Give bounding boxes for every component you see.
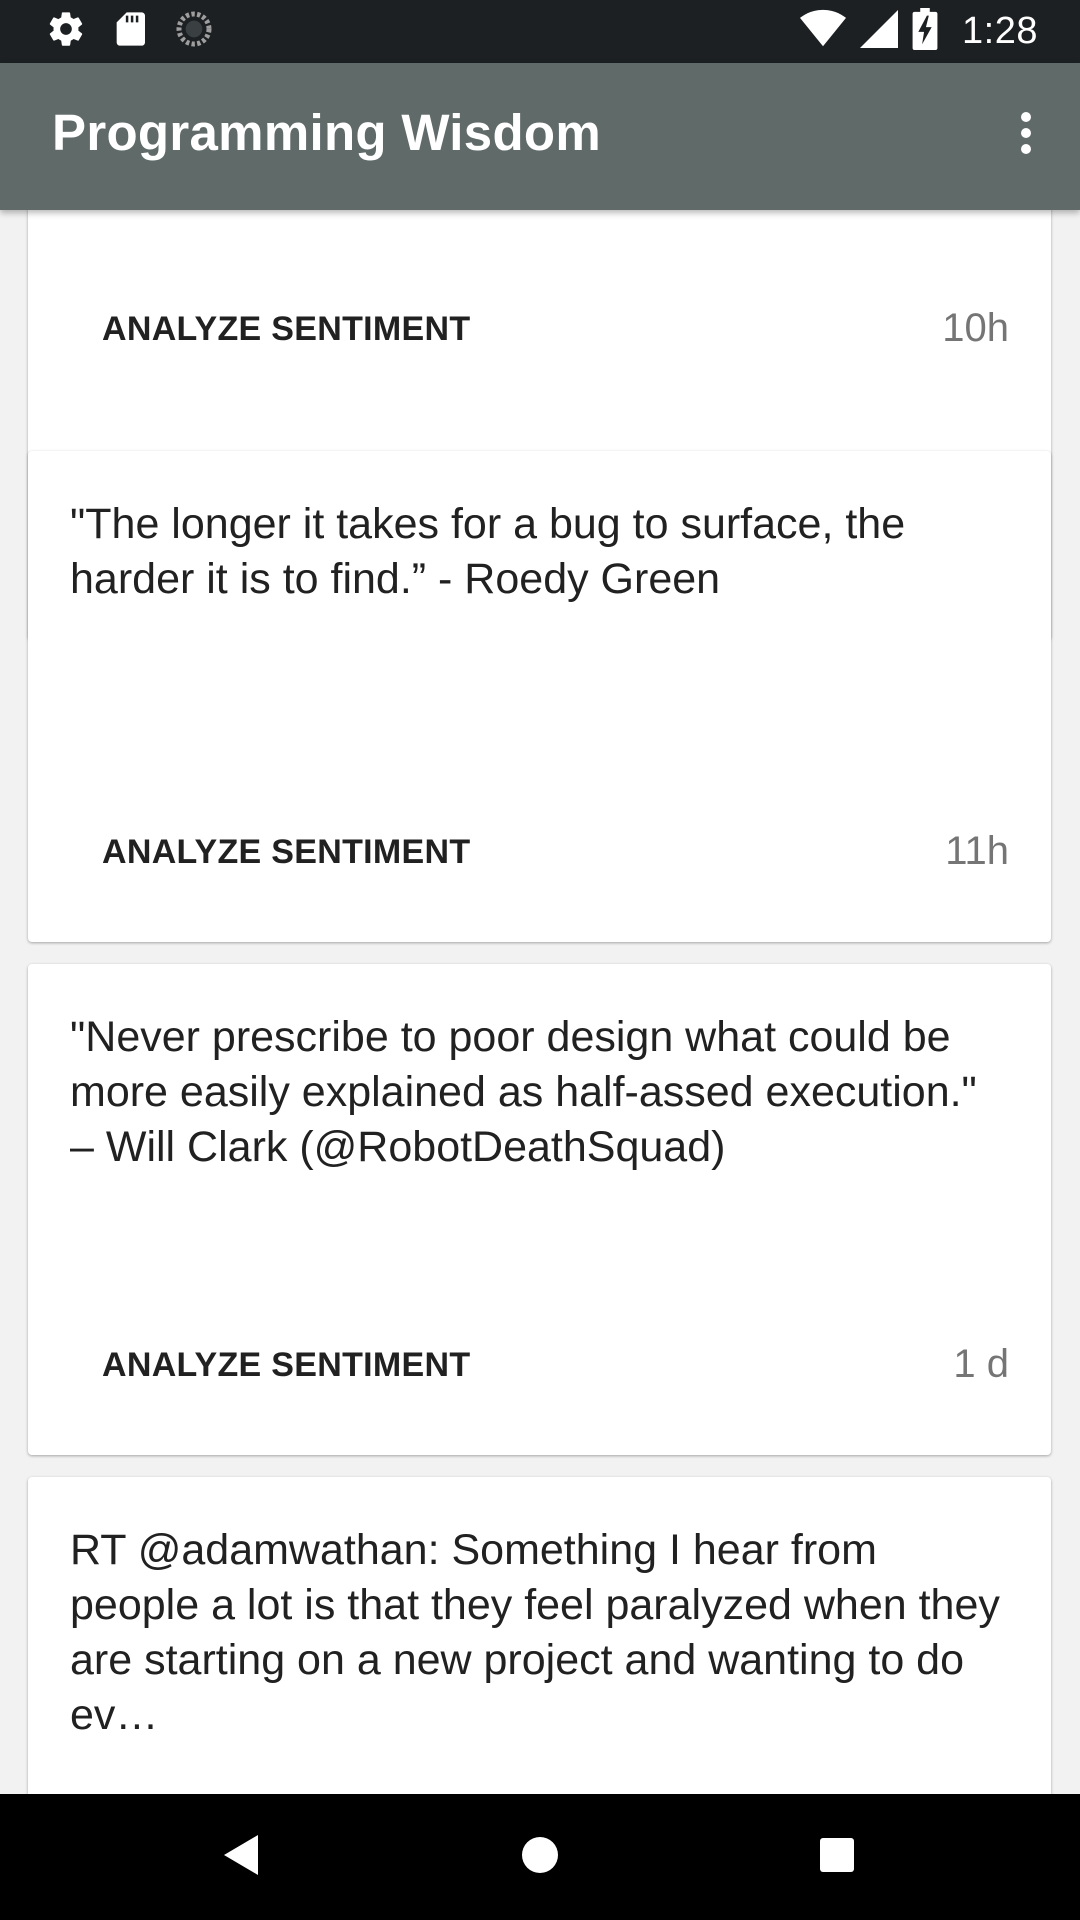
- battery-charging-icon: [912, 7, 938, 55]
- recents-icon: [820, 1837, 854, 1877]
- status-bar-right-icons: 1:28: [800, 7, 1038, 55]
- home-icon: [521, 1836, 559, 1879]
- tweet-card: RT @adamwathan: Something I hear from pe…: [28, 1477, 1051, 1794]
- wifi-icon: [800, 9, 847, 54]
- tweet-text: "Never prescribe to poor design what cou…: [70, 1013, 977, 1171]
- tweet-card: "Never prescribe to poor design what cou…: [28, 964, 1051, 1455]
- status-bar: 1:28: [0, 0, 1080, 63]
- sd-card-icon: [112, 9, 148, 54]
- tweet-text: RT @adamwathan: Something I hear from pe…: [70, 1526, 1000, 1739]
- tweet-timestamp: 11h: [945, 829, 1009, 873]
- overflow-menu-button[interactable]: [994, 103, 1058, 167]
- tweet-card: "The longer it takes for a bug to surfac…: [28, 451, 1051, 942]
- cell-signal-icon: [860, 9, 899, 54]
- more-vert-icon: [1020, 111, 1032, 160]
- analyze-sentiment-button[interactable]: ANALYZE SENTIMENT: [102, 1348, 470, 1382]
- app-bar: Programming Wisdom: [0, 63, 1080, 210]
- analyze-sentiment-button[interactable]: ANALYZE SENTIMENT: [102, 835, 470, 869]
- sync-icon: [174, 9, 214, 54]
- back-icon: [224, 1834, 258, 1880]
- tweet-timestamp: 1 d: [953, 1342, 1009, 1386]
- analyze-sentiment-button[interactable]: ANALYZE SENTIMENT: [102, 312, 470, 346]
- status-time: 1:28: [962, 9, 1038, 52]
- home-button[interactable]: [505, 1822, 575, 1892]
- navigation-bar: [0, 1794, 1080, 1920]
- settings-icon: [46, 9, 86, 54]
- app-title: Programming Wisdom: [52, 104, 601, 161]
- status-bar-left-icons: [46, 10, 214, 52]
- recents-button[interactable]: [802, 1822, 872, 1892]
- tweet-timestamp: 10h: [942, 306, 1009, 350]
- back-button[interactable]: [206, 1822, 276, 1892]
- tweet-text: "The longer it takes for a bug to surfac…: [70, 500, 906, 603]
- tweet-feed[interactable]: ANALYZE SENTIMENT 10h "The longer it tak…: [0, 210, 1080, 1794]
